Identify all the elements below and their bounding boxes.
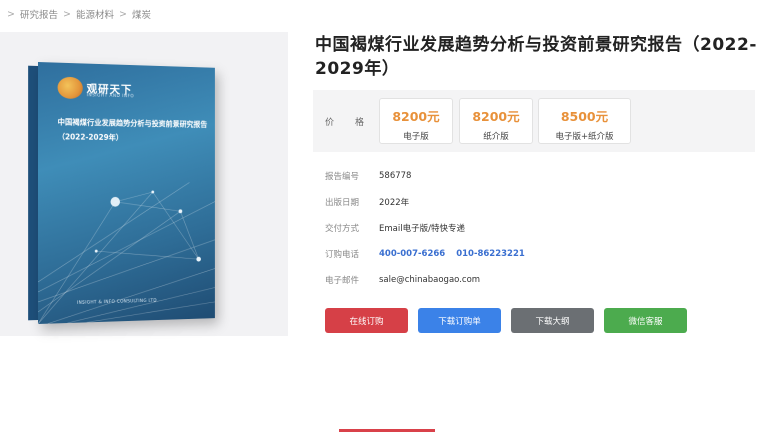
order-online-button[interactable]: 在线订购	[325, 308, 408, 333]
info-row-report-number: 报告编号 586778	[325, 170, 411, 182]
publish-date-value: 2022年	[379, 198, 410, 208]
book-face: 观研天下 INSIGHT AND INFO 中国褐煤行业发展趋势分析与投资前景研…	[38, 62, 215, 324]
breadcrumb-separator: >	[62, 8, 71, 20]
breadcrumb: > 研究报告 > 能源材料 > 煤炭	[2, 7, 151, 22]
download-outline-button[interactable]: 下载大纲	[511, 308, 594, 333]
info-row-publish-date: 出版日期 2022年	[325, 196, 409, 208]
price-option-electronic[interactable]: 8200元 电子版	[379, 98, 453, 144]
price-amount: 8200元	[472, 109, 520, 124]
report-cover-image: 观研天下 INSIGHT AND INFO 中国褐煤行业发展趋势分析与投资前景研…	[28, 62, 215, 324]
price-label: 价 格	[325, 118, 371, 128]
breadcrumb-item-research-reports[interactable]: 研究报告	[20, 7, 58, 21]
breadcrumb-item-coal[interactable]: 煤炭	[132, 7, 151, 21]
price-amount: 8200元	[392, 109, 440, 124]
report-title: 中国褐煤行业发展趋势分析与投资前景研究报告（2022-2029年）	[315, 35, 757, 79]
info-row-email: 电子邮件 sale@chinabaogao.com	[325, 274, 480, 286]
info-label: 订购电话	[325, 250, 360, 260]
price-panel: 价 格 8200元 电子版 8200元 纸介版 8500元 电子版+纸介版	[313, 90, 755, 152]
download-order-form-button[interactable]: 下载订购单	[418, 308, 501, 333]
logo-globe-icon	[57, 76, 83, 100]
phone-link-400[interactable]: 400-007-6266	[379, 249, 445, 259]
cover-title: 中国褐煤行业发展趋势分析与投资前景研究报告（2022-2029年）	[57, 117, 208, 143]
page: > 研究报告 > 能源材料 > 煤炭 观研天下 INSIGHT AND INFO…	[0, 0, 768, 432]
breadcrumb-item-energy-materials[interactable]: 能源材料	[76, 7, 114, 21]
report-cover-panel: 观研天下 INSIGHT AND INFO 中国褐煤行业发展趋势分析与投资前景研…	[0, 32, 288, 336]
info-label: 电子邮件	[325, 276, 360, 286]
delivery-value: Email电子版/特快专递	[379, 224, 465, 234]
info-label: 出版日期	[325, 198, 360, 208]
price-kind: 电子版+纸介版	[555, 132, 614, 142]
info-row-phone: 订购电话 400-007-6266 010-86223221	[325, 248, 536, 260]
phone-link-010[interactable]: 010-86223221	[456, 249, 525, 259]
info-row-delivery: 交付方式 Email电子版/特快专递	[325, 222, 465, 234]
price-option-electronic-paper[interactable]: 8500元 电子版+纸介版	[538, 98, 631, 144]
report-number-value: 586778	[379, 171, 412, 181]
breadcrumb-separator: >	[118, 8, 127, 20]
price-amount: 8500元	[560, 109, 609, 124]
email-link[interactable]: sale@chinabaogao.com	[379, 275, 480, 285]
info-label: 交付方式	[325, 224, 360, 234]
price-kind: 纸介版	[483, 132, 509, 142]
price-kind: 电子版	[403, 132, 429, 142]
price-option-paper[interactable]: 8200元 纸介版	[459, 98, 533, 144]
info-label: 报告编号	[325, 172, 360, 182]
breadcrumb-separator: >	[7, 8, 15, 20]
wechat-service-button[interactable]: 微信客服	[604, 308, 687, 333]
